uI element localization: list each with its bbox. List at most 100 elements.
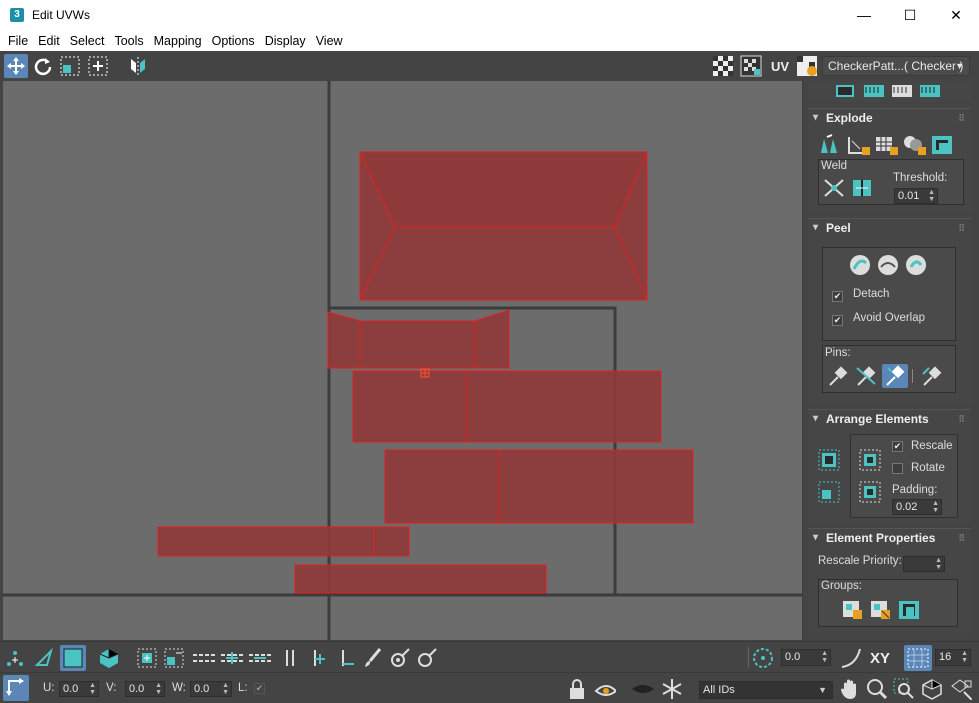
- rescale-priority-spinner[interactable]: ▲ ▼: [903, 556, 945, 572]
- weld-target-icon[interactable]: [850, 177, 874, 199]
- peel-mode-icon[interactable]: [876, 253, 900, 275]
- close-button[interactable]: ✕: [933, 0, 979, 30]
- material-ids-dropdown[interactable]: All IDs ▼: [699, 681, 833, 699]
- element-properties-header[interactable]: Element Properties: [808, 529, 971, 547]
- grid-snap-icon[interactable]: [904, 645, 932, 671]
- uv-island-block-1[interactable]: [352, 370, 662, 443]
- quick-peel-icon[interactable]: [848, 253, 872, 275]
- l-checkbox[interactable]: ✔: [254, 683, 265, 694]
- select-group-icon[interactable]: [897, 599, 921, 621]
- pack-uniform-icon[interactable]: [858, 480, 882, 503]
- flatten-icon[interactable]: [874, 133, 898, 155]
- scale-icon[interactable]: [58, 54, 82, 78]
- brush-size-spinner[interactable]: 16 ▲ ▼: [935, 649, 971, 666]
- group-selected-icon[interactable]: [841, 599, 865, 621]
- break-icon[interactable]: [818, 133, 842, 155]
- hide-show-icon[interactable]: [594, 678, 616, 700]
- lock-selection-icon[interactable]: [566, 678, 588, 700]
- uv-editor-viewport[interactable]: [3, 81, 803, 640]
- rotate-icon[interactable]: [31, 54, 55, 78]
- avoid-overlap-checkbox[interactable]: ✔: [832, 315, 843, 326]
- zoom-region-icon[interactable]: [893, 678, 915, 700]
- w-spinner[interactable]: 0.0 ▲ ▼: [190, 681, 232, 697]
- zoom-extents-icon[interactable]: [921, 678, 943, 700]
- unpin-icon[interactable]: [854, 365, 878, 387]
- uv-canvas[interactable]: [3, 81, 803, 640]
- shrink-selection-icon[interactable]: [163, 647, 185, 669]
- checker-map-icon[interactable]: [711, 54, 735, 78]
- grow-ring-icon[interactable]: [307, 647, 329, 669]
- padding-spinner[interactable]: 0.02 ▲ ▼: [892, 499, 942, 515]
- flatten-by-material-icon[interactable]: [930, 133, 954, 155]
- menu-file[interactable]: File: [3, 34, 33, 48]
- rotate-checkbox[interactable]: [892, 463, 903, 474]
- texture-dropdown[interactable]: CheckerPatt...( Checker ) ▼: [822, 56, 970, 76]
- ungroup-selected-icon[interactable]: [869, 599, 893, 621]
- maximize-button[interactable]: ☐: [887, 0, 933, 30]
- shrink-ring-icon[interactable]: [335, 647, 357, 669]
- zoom-icon[interactable]: [866, 678, 888, 700]
- paint-select-icon[interactable]: [361, 647, 383, 669]
- ring-icon[interactable]: [279, 647, 301, 669]
- u-spinner[interactable]: 0.0 ▲ ▼: [59, 681, 99, 697]
- soft-selection-icon[interactable]: [752, 647, 774, 669]
- grow-loop-icon[interactable]: [220, 647, 244, 669]
- menu-display[interactable]: Display: [260, 34, 311, 48]
- detach-edge-icon[interactable]: [846, 133, 870, 155]
- mirror-icon[interactable]: [126, 54, 150, 78]
- pan-icon[interactable]: [838, 678, 860, 700]
- auto-pin-icon[interactable]: [882, 364, 908, 388]
- shrink-loop-icon[interactable]: [248, 647, 272, 669]
- uv-island-top[interactable]: [359, 151, 648, 301]
- freeze-icon[interactable]: [661, 678, 683, 700]
- menu-edit[interactable]: Edit: [33, 34, 65, 48]
- flatten-by-smoothing-icon[interactable]: [902, 133, 926, 155]
- decrease-brush-icon[interactable]: [416, 647, 438, 669]
- detach-checkbox[interactable]: ✔: [832, 291, 843, 302]
- pack-custom-icon[interactable]: [817, 480, 841, 503]
- v-spinner[interactable]: 0.0 ▲ ▼: [125, 681, 165, 697]
- pin-icon[interactable]: [826, 365, 850, 387]
- explode-header[interactable]: Explode: [808, 109, 971, 127]
- element-mode-icon[interactable]: [98, 647, 120, 669]
- uv-settings-icon[interactable]: [795, 54, 819, 78]
- uv-island-block-2[interactable]: [384, 449, 694, 524]
- uv-axis-button[interactable]: UV: [767, 54, 793, 78]
- minimize-button[interactable]: —: [841, 0, 887, 30]
- hide-selected-icon[interactable]: [630, 678, 656, 700]
- menu-select[interactable]: Select: [65, 34, 110, 48]
- edge-mode-icon[interactable]: [33, 647, 55, 669]
- grow-selection-icon[interactable]: [136, 647, 158, 669]
- reset-peel-icon[interactable]: [904, 253, 928, 275]
- falloff-curve-icon[interactable]: [840, 647, 862, 669]
- polygon-mode-icon[interactable]: [60, 645, 86, 671]
- loop-icon[interactable]: [192, 647, 216, 669]
- zoom-selected-icon[interactable]: [950, 678, 972, 700]
- stitch-icon[interactable]: [834, 81, 858, 101]
- soft-selection-spinner[interactable]: 0.0 ▲ ▼: [781, 649, 831, 666]
- uv-island-bar-1[interactable]: [157, 526, 410, 557]
- uv-island-strip[interactable]: [327, 309, 510, 369]
- arrange-header[interactable]: Arrange Elements: [808, 410, 971, 428]
- freeform-icon[interactable]: [86, 54, 110, 78]
- weld-selected-icon[interactable]: [822, 177, 846, 199]
- stitch-average-icon[interactable]: [890, 81, 914, 101]
- xy-space-button[interactable]: XY: [866, 647, 894, 669]
- threshold-spinner[interactable]: 0.01 ▲ ▼: [894, 188, 938, 204]
- increase-brush-icon[interactable]: [389, 647, 411, 669]
- move-icon[interactable]: [4, 54, 28, 78]
- vertex-mode-icon[interactable]: [4, 647, 26, 669]
- menu-mapping[interactable]: Mapping: [149, 34, 207, 48]
- rescale-checkbox[interactable]: ✔: [892, 441, 903, 452]
- stitch-target-icon[interactable]: [862, 81, 886, 101]
- pack-normalize-icon[interactable]: [817, 448, 841, 471]
- stitch-settings-icon[interactable]: [918, 81, 942, 101]
- select-pins-icon[interactable]: [920, 365, 944, 387]
- uv-island-bar-2[interactable]: [294, 564, 547, 594]
- menu-view[interactable]: View: [311, 34, 348, 48]
- menu-options[interactable]: Options: [207, 34, 260, 48]
- absolute-offset-icon[interactable]: [3, 675, 29, 701]
- menu-tools[interactable]: Tools: [109, 34, 148, 48]
- peel-header[interactable]: Peel: [808, 219, 971, 237]
- pack-together-icon[interactable]: [858, 448, 882, 471]
